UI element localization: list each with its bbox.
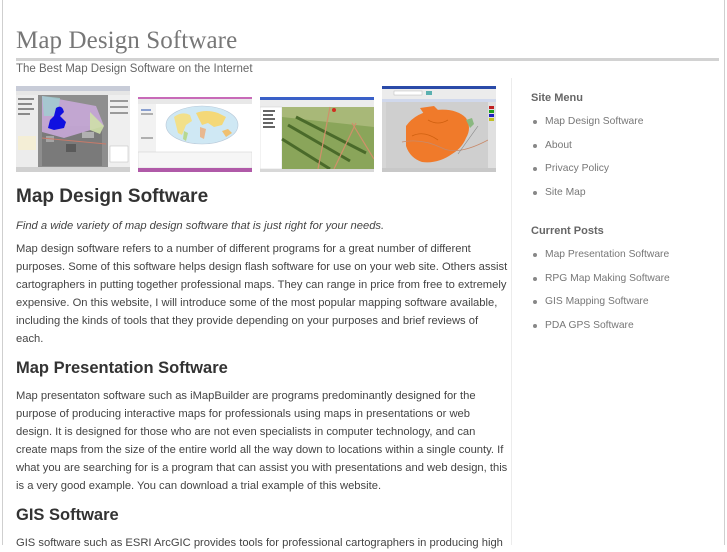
bullet-icon	[533, 253, 537, 257]
post-link[interactable]: Map Presentation Software	[545, 249, 669, 260]
bullet-icon	[533, 120, 537, 124]
section-title-map-presentation: Map Presentation Software	[16, 359, 228, 377]
site-title[interactable]: Map Design Software	[16, 27, 237, 55]
site-tagline: The Best Map Design Software on the Inte…	[16, 63, 253, 75]
intro-tagline: Find a wide variety of map design softwa…	[16, 220, 385, 232]
bullet-icon	[533, 276, 537, 281]
site-menu-link[interactable]: Site Map	[545, 187, 586, 198]
bullet-icon	[533, 167, 537, 171]
bullet-icon	[533, 323, 537, 328]
post-item-rpg-map-making[interactable]: RPG Map Making Software	[531, 272, 721, 296]
thumbnail-gis-aerial[interactable]	[16, 86, 130, 172]
current-posts-list: Map Presentation Software RPG Map Making…	[531, 248, 721, 342]
post-link[interactable]: GIS Mapping Software	[545, 296, 649, 307]
sidebar: Site Menu Map Design Software About Priv…	[531, 90, 721, 342]
thumbnail-world-map[interactable]	[138, 97, 252, 172]
bullet-icon	[533, 300, 537, 304]
post-item-pda-gps[interactable]: PDA GPS Software	[531, 319, 721, 343]
thumbnail-farmland-map[interactable]	[260, 97, 374, 172]
sidebar-divider	[511, 78, 512, 545]
site-menu-link[interactable]: Privacy Policy	[545, 163, 609, 174]
post-link[interactable]: PDA GPS Software	[545, 320, 634, 331]
bullet-icon	[533, 190, 537, 195]
bullet-icon	[533, 143, 537, 148]
intro-paragraph: Map design software refers to a number o…	[16, 243, 508, 345]
site-menu-link[interactable]: About	[545, 140, 572, 151]
main-content: Map Design Software Find a wide variety …	[16, 184, 508, 552]
section-body-gis: GIS software such as ESRI ArcGIC provide…	[16, 537, 503, 549]
post-item-gis-mapping[interactable]: GIS Mapping Software	[531, 295, 721, 319]
post-title[interactable]: Map Design Software	[16, 184, 508, 210]
current-posts-heading: Current Posts	[531, 225, 604, 237]
thumbnail-parcel-map[interactable]	[382, 86, 496, 172]
site-menu-item-map-design-software[interactable]: Map Design Software	[531, 115, 721, 139]
site-menu-list: Map Design Software About Privacy Policy…	[531, 115, 721, 209]
screenshot-gallery	[16, 86, 506, 174]
site-menu-link[interactable]: Map Design Software	[545, 116, 643, 127]
header-divider	[16, 58, 719, 61]
section-body-map-presentation: Map presentaton software such as iMapBui…	[16, 390, 508, 492]
site-menu-heading: Site Menu	[531, 92, 583, 104]
post-link[interactable]: RPG Map Making Software	[545, 273, 670, 284]
section-title-gis: GIS Software	[16, 506, 119, 524]
post-item-map-presentation[interactable]: Map Presentation Software	[531, 248, 721, 272]
site-menu-item-about[interactable]: About	[531, 139, 721, 163]
site-menu-item-site-map[interactable]: Site Map	[531, 186, 721, 210]
site-menu-item-privacy-policy[interactable]: Privacy Policy	[531, 162, 721, 186]
